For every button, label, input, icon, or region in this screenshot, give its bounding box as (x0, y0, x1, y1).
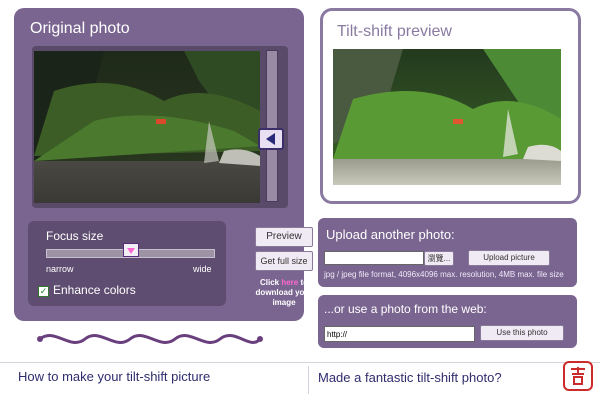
landscape-photo (34, 51, 260, 203)
focus-size-box: Focus size narrow wide ✓ Enhance colors (28, 221, 226, 306)
left-arrow-icon (266, 133, 275, 145)
upload-panel: Upload another photo: 瀏覽... Upload pictu… (318, 218, 577, 287)
file-path-input[interactable] (324, 251, 424, 265)
down-arrow-icon (127, 248, 135, 254)
focus-slider-handle[interactable] (258, 128, 284, 150)
narrow-label: narrow (46, 264, 74, 274)
enhance-colors-label: Enhance colors (53, 283, 136, 297)
upload-info-text: jpg / jpeg file format, 4096x4096 max. r… (324, 270, 564, 279)
decorative-ornament (35, 327, 265, 351)
focus-size-label: Focus size (46, 229, 104, 243)
upload-picture-button[interactable]: Upload picture (468, 250, 550, 266)
wide-label: wide (193, 264, 212, 274)
download-link[interactable]: here (281, 278, 298, 287)
upload-title: Upload another photo: (326, 227, 455, 242)
use-this-photo-button[interactable]: Use this photo (480, 325, 564, 341)
original-photo-image (34, 51, 260, 203)
web-title: ...or use a photo from the web: (324, 302, 487, 316)
focus-position-slider[interactable] (266, 50, 278, 202)
get-full-size-button[interactable]: Get full size (255, 251, 313, 271)
red-seal-icon (562, 360, 594, 392)
url-input[interactable] (324, 326, 475, 342)
how-to-link[interactable]: How to make your tilt-shift picture (18, 369, 210, 384)
made-photo-link[interactable]: Made a fantastic tilt-shift photo? (318, 370, 502, 385)
enhance-colors-checkbox[interactable]: ✓ (38, 286, 49, 297)
preview-button[interactable]: Preview (255, 227, 313, 247)
browse-button[interactable]: 瀏覽... (424, 251, 454, 266)
flourish-ornament-icon (37, 334, 263, 344)
tilt-shift-preview-image (333, 49, 561, 185)
download-prefix: Click (259, 278, 280, 287)
check-icon: ✓ (39, 286, 48, 296)
focus-size-handle[interactable] (123, 243, 139, 257)
original-photo-title: Original photo (30, 20, 130, 37)
download-note: Click here to download your image (254, 278, 314, 308)
original-photo-panel: Original photo Focus size narrow wide ✓ … (14, 8, 313, 321)
seal-logo (563, 361, 593, 391)
preview-landscape (333, 49, 561, 185)
bottom-column-divider (308, 366, 309, 394)
bottom-divider-line (0, 362, 600, 363)
web-photo-panel: ...or use a photo from the web: Use this… (318, 295, 577, 348)
tilt-shift-preview-panel: Tilt-shift preview (320, 8, 581, 204)
preview-title: Tilt-shift preview (337, 23, 452, 40)
original-photo-frame (32, 46, 288, 208)
